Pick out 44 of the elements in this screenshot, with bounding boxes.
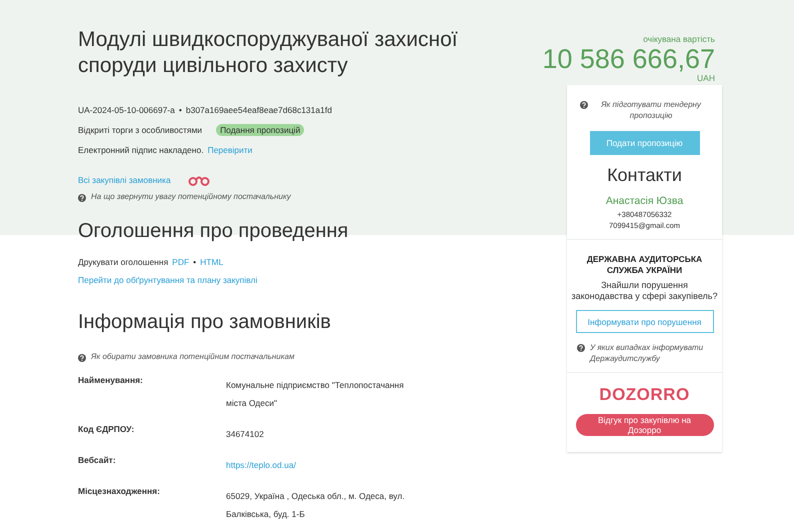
tender-title: Модулі швидкоспоруджуваної захисної споруди цивільного захисту [78,27,459,79]
currency: UAH [697,74,715,83]
customer-hint[interactable]: Як обирати замовника потенційним постачальникам [91,352,294,361]
help-icon [78,354,86,362]
contacts-heading: Контакти [607,165,682,186]
help-icon [580,101,588,109]
website-link[interactable]: https://teplo.od.ua/ [226,460,296,470]
print-label: Друкувати оголошення [78,257,168,267]
help-icon [78,194,86,202]
audit-hint[interactable]: У яких випадках інформувати Держаудитслужбу [590,342,710,364]
format-link[interactable]: HTML [200,257,224,267]
price-amount: 10 586 666,67 [542,44,715,74]
supplier-hint[interactable]: На що звернути увагу потенційному постачальнику [91,192,291,201]
format-link[interactable]: PDF [172,257,190,267]
help-icon [577,344,585,352]
review-button[interactable]: Відгук про закупівлю на Дозорро [576,414,714,436]
procedure-type: Відкриті торги з особливостями [78,125,202,135]
field-label: Код ЄДРПОУ: [78,424,136,436]
tender-hint[interactable]: Як підготувати тендерну пропозицію [592,99,710,121]
field-label: Найменування: [78,375,144,387]
signature-text: Електронний підпис накладено. [78,145,204,155]
contact-name: Анастасія Юзва [606,195,684,207]
tender-id: UA-2024-05-10-006697-a [78,105,175,115]
audit-title: ДЕРЖАВНА АУДИТОРСЬКА СЛУЖБА УКРАЇНИ [586,254,704,276]
field-label: Вебсайт: [78,455,117,467]
dozorro-logo: DOZORRO [599,385,690,405]
binoculars-icon[interactable] [186,174,211,186]
price-label: очікувана вартість [643,34,715,44]
submit-button[interactable]: Подати пропозицію [590,131,700,155]
plan-link[interactable]: Перейти до обґрунтування та плану закупівлі [78,275,258,285]
separator-dot: • [178,105,182,115]
field-value: 65029, Україна , Одеська обл., м. Одеса, вул. Балківська, буд. 1-Б [226,491,405,519]
field-value: Комунальне підприємство "Теплопостачання міста Одеси" [226,380,404,408]
field-value: 34674102 [226,429,264,439]
separator-dot: • [193,257,196,267]
verify-link[interactable]: Перевірити [208,145,252,155]
status-badge: Подання пропозицій [216,124,304,136]
section-heading: Оголошення про проведення [78,220,350,243]
section-heading: Інформація про замовників [78,311,332,334]
report-button[interactable]: Інформувати про порушення [576,310,714,333]
field-label: Місцезнаходження: [78,486,161,498]
customer-tenders-link[interactable]: Всі закупівлі замовника [78,175,171,185]
audit-question: Знайшли порушення законодавства у сфері закупівель? [570,280,718,302]
tender-hash: b307a169aee54eaf8eae7d68c131a1fd [186,105,332,115]
